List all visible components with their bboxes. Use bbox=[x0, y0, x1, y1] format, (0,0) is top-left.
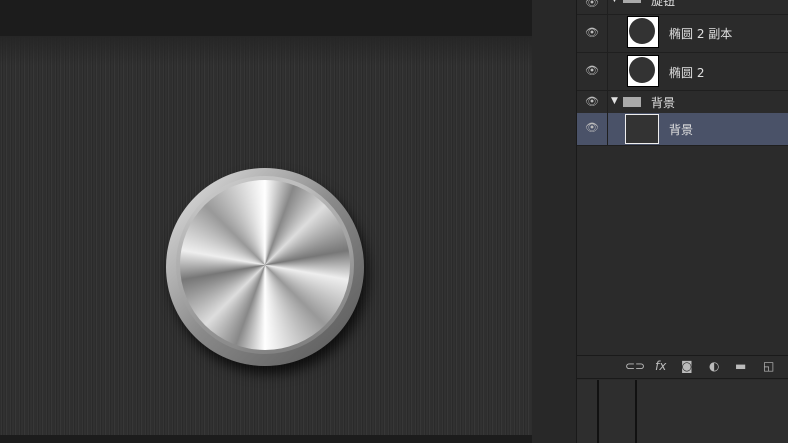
fx-icon[interactable]: fx bbox=[655, 359, 666, 373]
metal-knob bbox=[166, 168, 364, 366]
folder-icon bbox=[623, 97, 641, 107]
layer-thumbnail bbox=[625, 114, 659, 144]
eye-icon[interactable]: 👁 bbox=[585, 95, 599, 108]
eye-icon[interactable]: 👁 bbox=[585, 26, 599, 39]
lower-panel bbox=[577, 380, 788, 443]
eye-icon[interactable]: 👁 bbox=[585, 64, 599, 77]
layer-group-row[interactable]: 👁 ▼ 旋钮 bbox=[577, 0, 788, 15]
folder-icon[interactable]: ▬ bbox=[735, 359, 746, 373]
layer-row[interactable]: 👁 椭圆 2 bbox=[577, 53, 788, 91]
document-canvas[interactable] bbox=[0, 36, 532, 435]
link-icon[interactable]: ⊂⊃ bbox=[625, 359, 645, 373]
expand-arrow-icon[interactable]: ▼ bbox=[611, 96, 618, 106]
layer-thumbnail bbox=[627, 16, 659, 48]
layer-row[interactable]: 👁 椭圆 2 副本 bbox=[577, 14, 788, 53]
workspace-background bbox=[532, 0, 576, 443]
eye-icon[interactable]: 👁 bbox=[585, 121, 599, 134]
adjustment-icon[interactable]: ◐ bbox=[709, 359, 719, 373]
folder-icon bbox=[623, 0, 641, 3]
new-layer-icon[interactable]: ◱ bbox=[763, 359, 774, 373]
layers-footer-toolbar: ⊂⊃ fx ◙ ◐ ▬ ◱ bbox=[577, 355, 788, 379]
layer-group-row[interactable]: 👁 ▼ 背景 bbox=[577, 91, 788, 114]
layers-panel: 👁 ▼ 旋钮 👁 椭圆 2 副本 👁 椭圆 2 👁 ▼ 背景 👁 背景 ⊂⊃ f… bbox=[576, 0, 788, 443]
layer-row-selected[interactable]: 👁 背景 bbox=[577, 113, 788, 146]
layer-thumbnail bbox=[627, 55, 659, 87]
mask-icon[interactable]: ◙ bbox=[681, 359, 693, 373]
eye-icon[interactable]: 👁 bbox=[585, 0, 599, 9]
expand-arrow-icon[interactable]: ▼ bbox=[611, 0, 618, 4]
